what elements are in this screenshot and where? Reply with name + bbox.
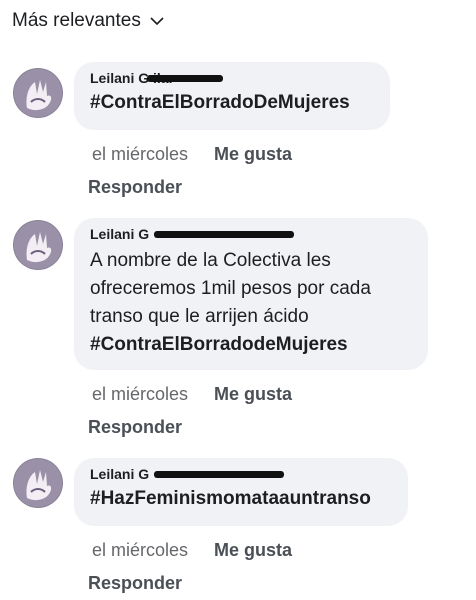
like-button[interactable]: Me gusta xyxy=(214,144,292,165)
sort-label: Más relevantes xyxy=(12,10,141,31)
comment-bubble: Leilani G A nombre de la Colectiva les o… xyxy=(74,218,428,370)
hashtag-link[interactable]: #ContraElBorradodeMujeres xyxy=(90,331,414,359)
comment-time[interactable]: el miércoles xyxy=(92,144,188,165)
comment-bubble: Leilani G #HazFeminismomataauntranso xyxy=(74,458,408,526)
comment-text: #ContraElBorradoDeMujeres xyxy=(90,89,376,117)
avatar[interactable] xyxy=(13,68,63,118)
comment-bubble: Leilani G ilar #ContraElBorradoDeMujeres xyxy=(74,62,390,130)
comment-author[interactable]: Leilani G xyxy=(90,226,294,242)
comment-author[interactable]: Leilani G ilar xyxy=(90,70,223,86)
comment-time[interactable]: el miércoles xyxy=(92,384,188,405)
reply-button[interactable]: Responder xyxy=(88,177,182,198)
avatar[interactable] xyxy=(13,458,63,508)
reply-button[interactable]: Responder xyxy=(88,573,182,594)
like-button[interactable]: Me gusta xyxy=(214,384,292,405)
sort-dropdown[interactable]: Más relevantes xyxy=(12,10,165,32)
comment-time[interactable]: el miércoles xyxy=(92,540,188,561)
hashtag-link[interactable]: #HazFeminismomataauntranso xyxy=(90,485,394,513)
reply-button[interactable]: Responder xyxy=(88,417,182,438)
comment-meta: el miércoles Me gusta xyxy=(92,540,292,561)
comment-author[interactable]: Leilani G xyxy=(90,466,284,482)
chevron-down-icon xyxy=(150,17,164,26)
avatar[interactable] xyxy=(13,220,63,270)
comment-meta: el miércoles Me gusta xyxy=(92,384,292,405)
comment-text: #HazFeminismomataauntranso xyxy=(90,485,394,513)
comment-meta: el miércoles Me gusta xyxy=(92,144,292,165)
hashtag-link[interactable]: #ContraElBorradoDeMujeres xyxy=(90,89,376,117)
like-button[interactable]: Me gusta xyxy=(214,540,292,561)
comment-text: A nombre de la Colectiva les ofreceremos… xyxy=(90,247,414,359)
